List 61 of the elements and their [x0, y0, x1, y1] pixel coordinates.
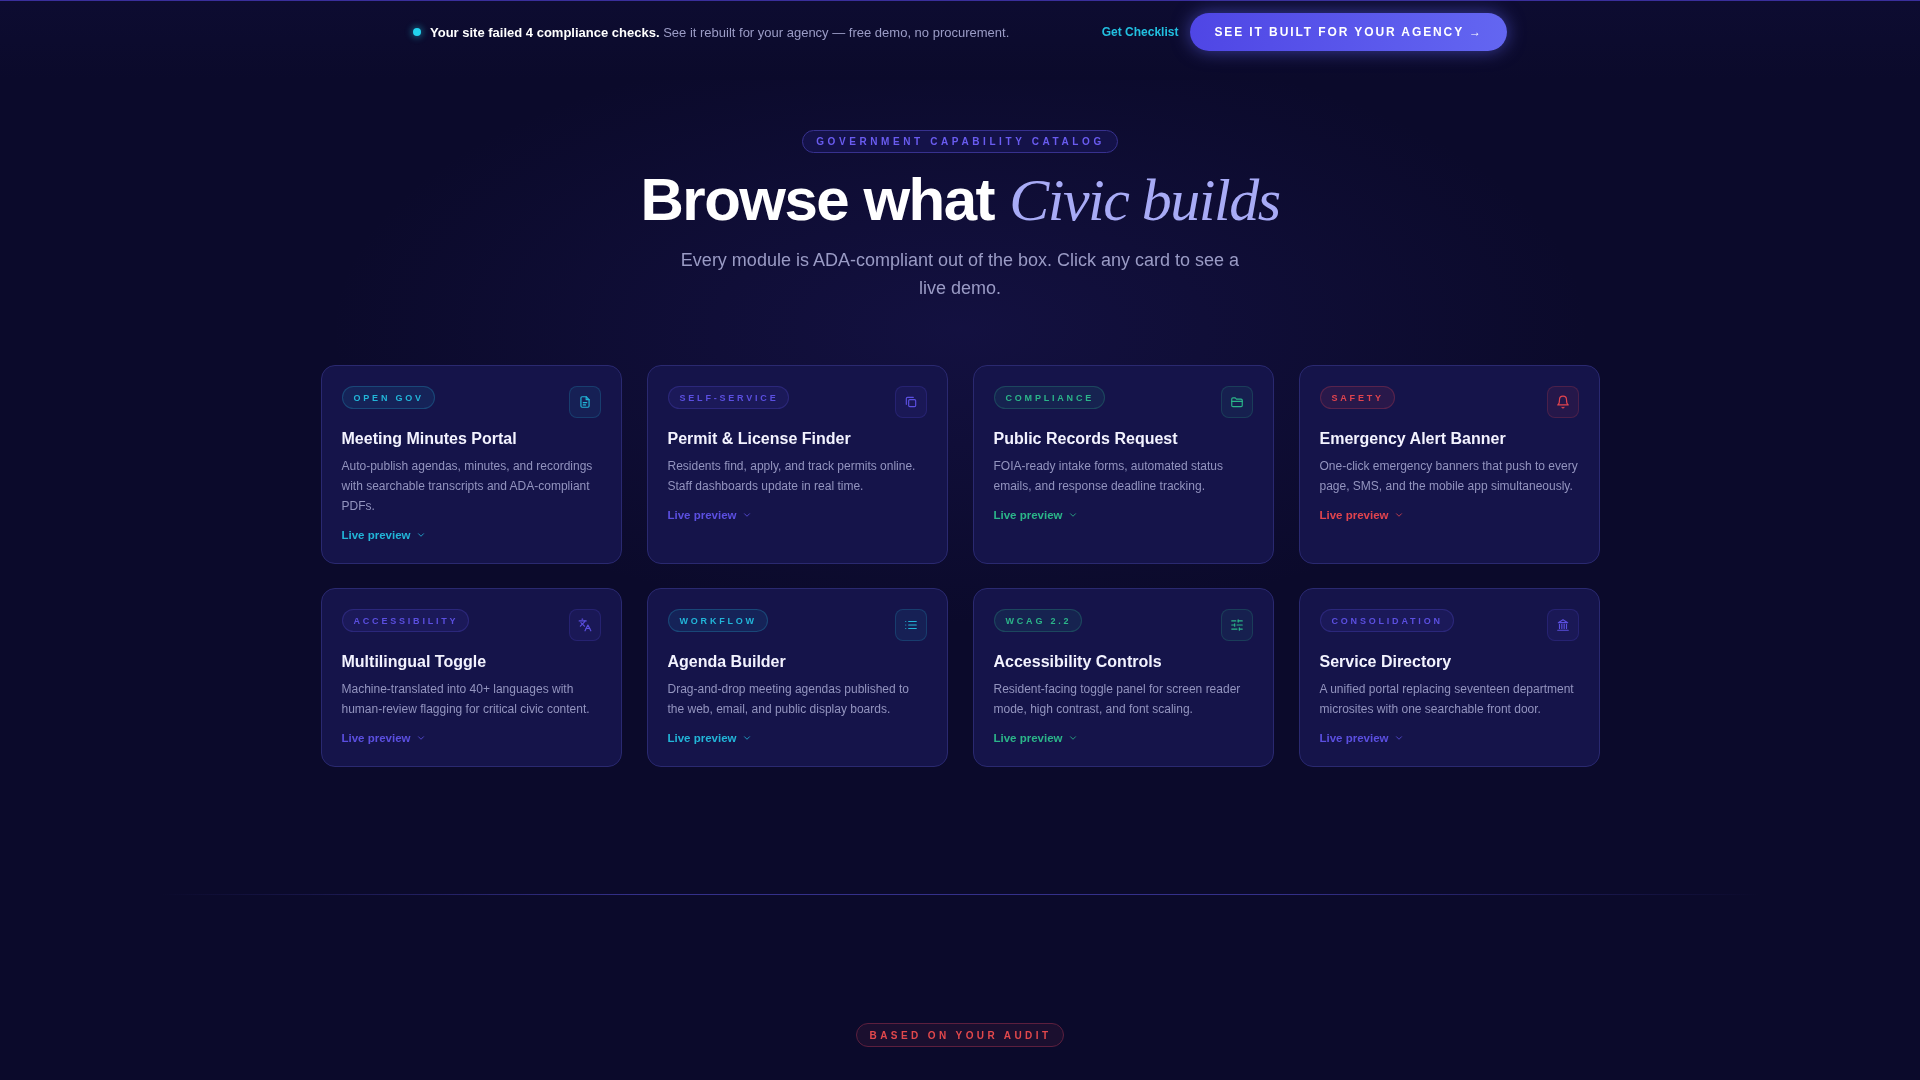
card-title: Meeting Minutes Portal [341, 429, 517, 449]
demo-button[interactable]: SEE IT BUILT FOR YOUR AGENCY → [1190, 13, 1507, 51]
category-tag: SELF-SERVICE [667, 386, 790, 409]
category-tag: OPEN GOV [341, 386, 435, 409]
module-card[interactable]: SAFETY Emergency Alert Banner One-click emergency banners that push to every page, SMS, and the mobile app simultaneously. Live preview [1298, 365, 1600, 564]
module-card[interactable]: SELF-SERVICE Permit & License Finder Residents find, apply, and track permits online. Staff dashboards update in real time. Live preview [646, 365, 948, 564]
category-tag: COMPLIANCE [993, 386, 1105, 409]
sliders-icon [1220, 609, 1253, 641]
category-tag: SAFETY [1319, 386, 1395, 409]
module-card[interactable]: ACCESSIBILITY Multilingual Toggle Machine-translated into 40+ languages with human-review flagging for critical civic content. Live preview [320, 588, 622, 767]
notice-message: Your site failed 4 compliance checks. See it rebuilt for your agency — free demo, no procurement. [430, 24, 1010, 40]
category-tag: ACCESSIBILITY [341, 609, 470, 632]
card-title: Public Records Request [993, 429, 1178, 449]
module-card[interactable]: WCAG 2.2 Accessibility Controls Resident-facing toggle panel for screen reader mode, high contrast, and font scaling. Live preview [972, 588, 1274, 767]
card-description: A unified portal replacing seventeen department microsites with one searchable front door. [1319, 681, 1575, 718]
chevron-down-icon [1393, 510, 1404, 520]
hero-subtitle: Every module is ADA-compliant out of the box. Click any card to see a live demo. [679, 249, 1241, 300]
category-tag: WORKFLOW [667, 609, 768, 632]
document-icon [568, 386, 601, 418]
chevron-down-icon [1067, 733, 1078, 743]
module-card[interactable]: OPEN GOV Meeting Minutes Portal Auto-publish agendas, minutes, and recordings with searchable transcripts and ADA-compliant PDFs. Live preview [320, 365, 622, 564]
category-tag: WCAG 2.2 [993, 609, 1083, 632]
module-card[interactable]: WORKFLOW Agenda Builder Drag-and-drop meeting agendas published to the web, email, and public display boards. Live preview [646, 588, 948, 767]
card-description: Machine-translated into 40+ languages with human-review flagging for critical civic content. [341, 681, 591, 718]
category-tag: CONSOLIDATION [1319, 609, 1454, 632]
list-icon [894, 609, 927, 641]
copy-icon [894, 386, 927, 418]
card-description: Drag-and-drop meeting agendas published to the web, email, and public display boards. [667, 681, 910, 718]
chevron-down-icon [415, 530, 426, 540]
card-description: Auto-publish agendas, minutes, and recordings with searchable transcripts and ADA-compliant PDFs. [341, 458, 594, 515]
translate-icon [568, 609, 601, 641]
checklist-link[interactable]: Get Checklist [1101, 25, 1179, 39]
module-card[interactable]: COMPLIANCE Public Records Request FOIA-ready intake forms, automated status emails, and response deadline tracking. Live preview [972, 365, 1274, 564]
chevron-down-icon [741, 510, 752, 520]
hero-title: Browse what Civic builds [640, 166, 1280, 234]
live-preview-link[interactable]: Live preview [993, 730, 1078, 746]
card-description: FOIA-ready intake forms, automated status emails, and response deadline tracking. [993, 458, 1224, 495]
chevron-down-icon [741, 733, 752, 743]
card-title: Permit & License Finder [667, 429, 851, 449]
live-preview-link[interactable]: Live preview [341, 527, 426, 543]
live-preview-link[interactable]: Live preview [667, 730, 752, 746]
card-description: One-click emergency banners that push to every page, SMS, and the mobile app simultaneously. [1319, 458, 1579, 495]
status-dot-icon [413, 28, 421, 36]
card-title: Accessibility Controls [993, 652, 1162, 672]
card-description: Resident-facing toggle panel for screen reader mode, high contrast, and font scaling. [993, 681, 1242, 718]
live-preview-link[interactable]: Live preview [1319, 507, 1404, 523]
card-title: Emergency Alert Banner [1319, 429, 1506, 449]
card-title: Service Directory [1319, 652, 1452, 672]
live-preview-link[interactable]: Live preview [993, 507, 1078, 523]
bell-icon [1546, 386, 1579, 418]
card-description: Residents find, apply, and track permits online. Staff dashboards update in real time. [667, 458, 917, 495]
chevron-down-icon [1393, 733, 1404, 743]
section-tag: BASED ON YOUR AUDIT [855, 1023, 1065, 1047]
chevron-down-icon [415, 733, 426, 743]
bank-icon [1546, 609, 1579, 641]
module-card[interactable]: CONSOLIDATION Service Directory A unified portal replacing seventeen department microsites with one searchable front door. Live preview [1298, 588, 1600, 767]
chevron-down-icon [1067, 510, 1078, 520]
folder-icon [1220, 386, 1253, 418]
card-title: Multilingual Toggle [341, 652, 487, 672]
section-tag: GOVERNMENT CAPABILITY CATALOG [802, 130, 1118, 153]
card-title: Agenda Builder [667, 652, 786, 672]
